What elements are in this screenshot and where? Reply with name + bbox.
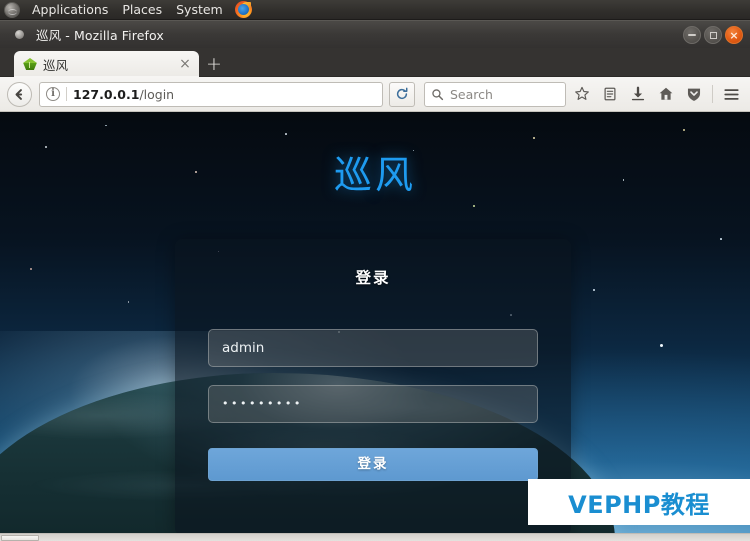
bookmark-star-icon[interactable] — [569, 82, 594, 107]
url-bar[interactable]: i 127.0.0.1/login — [39, 81, 383, 107]
search-icon — [432, 88, 444, 100]
search-placeholder: Search — [450, 86, 493, 102]
browser-tab[interactable]: 巡风 × — [14, 51, 199, 77]
site-info-icon[interactable]: i — [46, 87, 60, 101]
firefox-icon[interactable] — [234, 1, 252, 18]
watermark-text: VEPHP教程 — [568, 490, 710, 519]
tab-strip: 巡风 × + — [0, 48, 750, 77]
download-arrow-icon[interactable] — [625, 82, 650, 107]
hamburger-menu-icon[interactable] — [719, 82, 744, 107]
window-title: 巡风 - Mozilla Firefox — [36, 28, 164, 43]
toolbar-divider — [712, 85, 713, 103]
horizontal-scrollbar[interactable] — [0, 533, 750, 541]
back-arrow-icon — [15, 88, 23, 100]
close-button[interactable]: × — [725, 26, 743, 44]
navigation-toolbar: i 127.0.0.1/login Search — [0, 77, 750, 112]
page-title: 巡风 — [333, 153, 416, 197]
firefox-window: 巡风 - Mozilla Firefox × 巡风 × + i 127.0.0.… — [0, 20, 750, 541]
window-controls: × — [683, 26, 743, 44]
login-page: 巡风 登录 admin ••••••••• 登录 VEPHP教程 — [0, 112, 750, 533]
panel-menu-system[interactable]: System — [169, 0, 230, 19]
close-icon[interactable]: × — [177, 57, 193, 71]
url-text: 127.0.0.1/login — [73, 87, 376, 102]
back-button[interactable] — [6, 81, 33, 108]
green-cube-favicon — [23, 57, 37, 71]
desktop-top-panel: Applications Places System — [0, 0, 750, 20]
reload-button[interactable] — [389, 81, 415, 107]
url-divider — [66, 87, 67, 101]
home-icon[interactable] — [653, 82, 678, 107]
panel-menu-applications[interactable]: Applications — [25, 0, 115, 19]
reload-icon — [396, 87, 408, 100]
library-icon[interactable] — [597, 82, 622, 107]
search-input[interactable]: Search — [424, 81, 566, 107]
watermark-banner: VEPHP教程 — [528, 479, 750, 525]
login-card: 登录 admin ••••••••• 登录 — [175, 239, 571, 533]
page-content: 巡风 登录 admin ••••••••• 登录 VEPHP教程 — [0, 112, 750, 541]
window-titlebar: 巡风 - Mozilla Firefox × — [0, 20, 750, 48]
new-tab-button[interactable]: + — [199, 51, 229, 77]
scrollbar-thumb[interactable] — [1, 535, 39, 541]
pocket-shield-icon[interactable] — [681, 82, 706, 107]
window-menu-dot-icon[interactable] — [15, 30, 24, 39]
url-host: 127.0.0.1 — [73, 86, 140, 102]
minimize-button[interactable] — [683, 26, 701, 44]
panel-menu-places[interactable]: Places — [115, 0, 169, 19]
login-submit-button[interactable]: 登录 — [208, 448, 538, 481]
maximize-button[interactable] — [704, 26, 722, 44]
gnome-globe-icon — [4, 1, 20, 18]
login-heading: 登录 — [355, 269, 391, 287]
tab-title: 巡风 — [43, 57, 69, 73]
url-path: /login — [139, 86, 175, 102]
username-input[interactable]: admin — [208, 329, 538, 367]
password-input[interactable]: ••••••••• — [208, 385, 538, 423]
